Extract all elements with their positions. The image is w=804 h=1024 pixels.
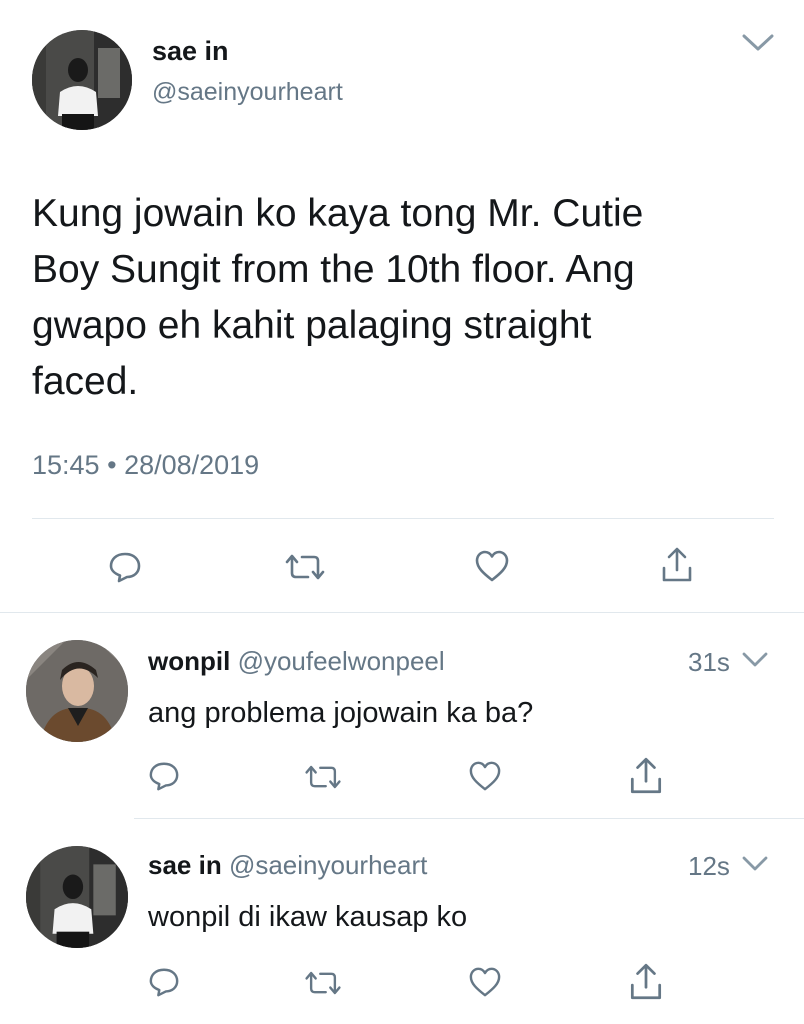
tweet-text-line: gwapo eh kahit palaging straight bbox=[32, 304, 592, 347]
reply-icon[interactable] bbox=[108, 550, 142, 584]
tweet-text-line: Kung jowain ko kaya tong Mr. Cutie bbox=[32, 192, 644, 235]
reply-author-name[interactable]: sae in bbox=[148, 850, 222, 880]
author-name[interactable]: sae in bbox=[152, 34, 229, 68]
reply-icon[interactable] bbox=[148, 760, 180, 792]
author-handle[interactable]: @saeinyourheart bbox=[152, 76, 343, 108]
avatar-sae-in[interactable] bbox=[26, 846, 128, 948]
chevron-down-icon[interactable] bbox=[740, 650, 770, 670]
share-icon[interactable] bbox=[628, 962, 664, 1002]
avatar-wonpil[interactable] bbox=[26, 640, 128, 742]
reply-text: wonpil di ikaw kausap ko bbox=[148, 901, 468, 933]
avatar-sae-in[interactable] bbox=[32, 30, 132, 130]
retweet-icon[interactable] bbox=[302, 968, 344, 998]
reply-header: sae in @saeinyourheart bbox=[148, 848, 427, 882]
heart-icon[interactable] bbox=[468, 966, 502, 998]
reply-author-handle[interactable]: @saeinyourheart bbox=[229, 850, 427, 880]
heart-icon[interactable] bbox=[474, 549, 510, 583]
tweet-time: 15:45 bbox=[32, 450, 100, 480]
tweet-text-line: faced. bbox=[32, 360, 139, 403]
timestamp-separator: • bbox=[107, 450, 117, 480]
tweet-text: Kung jowain ko kaya tong Mr. Cutie Boy S… bbox=[32, 186, 792, 410]
divider bbox=[0, 612, 804, 613]
share-icon[interactable] bbox=[628, 756, 664, 796]
reply-time[interactable]: 12s bbox=[688, 850, 730, 882]
divider bbox=[134, 818, 804, 819]
chevron-down-icon[interactable] bbox=[740, 854, 770, 874]
reply-text: ang problema jojowain ka ba? bbox=[148, 697, 534, 729]
retweet-icon[interactable] bbox=[282, 551, 328, 583]
share-icon[interactable] bbox=[660, 546, 694, 584]
divider bbox=[32, 518, 774, 519]
reply-author-handle[interactable]: @youfeelwonpeel bbox=[238, 646, 445, 676]
heart-icon[interactable] bbox=[468, 760, 502, 792]
reply-header: wonpil @youfeelwonpeel bbox=[148, 644, 445, 678]
retweet-icon[interactable] bbox=[302, 762, 344, 792]
tweet-text-line: Boy Sungit from the 10th floor. Ang bbox=[32, 248, 635, 291]
reply-icon[interactable] bbox=[148, 966, 180, 998]
tweet-date: 28/08/2019 bbox=[124, 450, 260, 480]
chevron-down-icon[interactable] bbox=[740, 32, 776, 54]
tweet-timestamp[interactable]: 15:45 • 28/08/2019 bbox=[32, 447, 259, 483]
reply-author-name[interactable]: wonpil bbox=[148, 646, 230, 676]
reply-time[interactable]: 31s bbox=[688, 646, 730, 678]
